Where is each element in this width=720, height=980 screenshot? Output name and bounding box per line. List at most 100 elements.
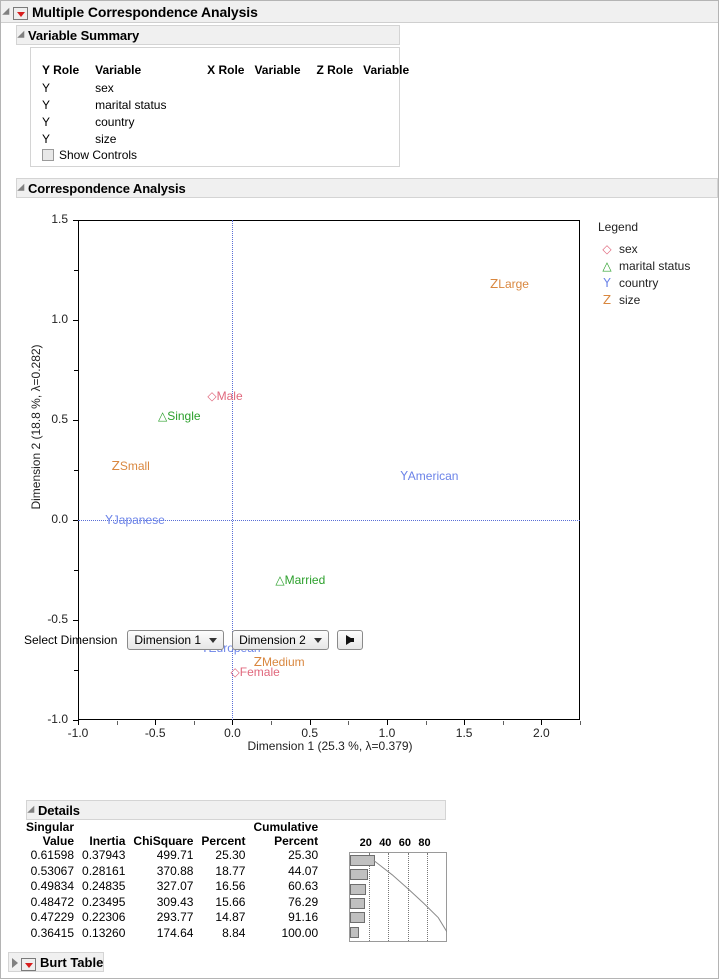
- panel-header-variable-summary[interactable]: Variable Summary: [16, 25, 400, 45]
- column-header-x-role: X Role: [207, 63, 245, 77]
- x-axis-tick: [309, 720, 311, 725]
- cell-chisquare: 174.64: [156, 925, 194, 940]
- scree-bar: [350, 855, 375, 866]
- plot-point-label[interactable]: ◇Female: [231, 666, 280, 678]
- disclosure-triangle-collapsed-icon[interactable]: [12, 958, 18, 968]
- cell-chisquare: 309.43: [156, 894, 194, 909]
- x-axis-minor-tick: [502, 721, 504, 725]
- panel-header-burt-table[interactable]: Burt Table: [8, 952, 105, 972]
- legend-item[interactable]: △ marital status: [598, 257, 718, 274]
- y-axis-minor-tick: [74, 270, 78, 271]
- legend-item-label: size: [619, 292, 641, 307]
- cell-singular-value: 0.61598: [30, 848, 75, 862]
- plot-point-label[interactable]: ◇Male: [207, 390, 242, 402]
- y-axis-tick: [73, 520, 78, 521]
- cell-y-role: Y: [42, 98, 51, 112]
- x-axis-tick: [232, 720, 234, 725]
- show-controls-row[interactable]: Show Controls: [42, 148, 137, 162]
- variable-summary-table: Y Role Variable X Role Variable Z Role V…: [42, 63, 419, 148]
- cell-y-role: Y: [42, 132, 51, 146]
- cell-cumulative-percent: 44.07: [288, 863, 319, 878]
- legend-item[interactable]: Ycountry: [598, 274, 718, 291]
- plot-point-text: Single: [167, 409, 201, 423]
- table-row: Y country: [42, 114, 419, 131]
- plot-point-marker-icon: Z: [111, 459, 120, 473]
- y-axis-minor-tick: [74, 570, 78, 571]
- scree-tick-label: 80: [418, 837, 431, 849]
- plot-point-text: Married: [284, 573, 326, 587]
- y-axis-minor-tick: [74, 470, 78, 471]
- red-triangle-menu-icon[interactable]: [13, 7, 28, 20]
- apply-dimension-button[interactable]: [336, 630, 363, 650]
- cell-z-role: [316, 80, 363, 97]
- x-axis-tick: [155, 720, 157, 725]
- y-axis-tick-label: -0.5: [47, 612, 68, 626]
- x-axis-tick-label: -1.0: [67, 726, 89, 740]
- legend-item[interactable]: Zsize: [598, 291, 718, 308]
- cell-x-variable: [254, 80, 316, 97]
- disclosure-triangle-icon[interactable]: [2, 7, 13, 18]
- plot-point-label[interactable]: YJapanese: [105, 514, 164, 526]
- x-axis-tick-label: 1.0: [378, 726, 396, 740]
- table-row: Y marital status: [42, 97, 419, 114]
- x-axis-tick: [541, 720, 543, 725]
- column-header-cumulative-percent: Percent: [274, 834, 319, 848]
- chevron-down-icon: [313, 637, 322, 643]
- red-triangle-menu-icon[interactable]: [21, 957, 36, 971]
- cell-x-role: [207, 80, 254, 97]
- legend-item-label: sex: [619, 241, 638, 256]
- disclosure-triangle-icon[interactable]: [17, 30, 28, 42]
- select-dimension-label: Select Dimension: [24, 633, 118, 647]
- cell-inertia: 0.28161: [82, 863, 126, 878]
- panel-header-details[interactable]: Details: [26, 800, 446, 820]
- dimension-x-select[interactable]: Dimension 1: [127, 630, 225, 650]
- x-axis-minor-tick: [348, 721, 350, 725]
- cell-x-role: [207, 114, 254, 131]
- panel-header-multiple-correspondence-analysis[interactable]: Multiple Correspondence Analysis: [1, 1, 718, 23]
- table-row: Y size: [42, 131, 419, 148]
- x-axis-tick: [464, 720, 466, 725]
- scree-bar: [350, 912, 365, 924]
- dimension-y-select[interactable]: Dimension 2: [232, 630, 329, 650]
- cell-x-role: [207, 131, 254, 148]
- show-controls-checkbox[interactable]: [42, 149, 54, 161]
- scree-tick-label: 20: [359, 837, 372, 849]
- cell-chisquare: 293.77: [156, 910, 194, 924]
- cell-chisquare: 327.07: [156, 879, 194, 893]
- cell-percent: 14.87: [215, 910, 246, 924]
- plot-point-label[interactable]: ZLarge: [490, 278, 529, 290]
- triangle-marker-icon: △: [602, 258, 612, 273]
- cell-cumulative-percent: 91.16: [288, 910, 319, 924]
- cell-y-variable: marital status: [95, 98, 167, 112]
- x-axis-minor-tick: [425, 721, 427, 725]
- cell-singular-value: 0.36415: [30, 925, 75, 940]
- plot-point-label[interactable]: ZSmall: [112, 460, 150, 472]
- page-title: Multiple Correspondence Analysis: [32, 3, 258, 20]
- cell-inertia: 0.22306: [82, 910, 126, 924]
- cell-inertia: 0.24835: [82, 879, 126, 893]
- cell-y-variable: size: [95, 132, 117, 146]
- disclosure-triangle-icon[interactable]: [17, 183, 28, 195]
- x-axis-minor-tick: [580, 721, 581, 725]
- panel-header-correspondence-analysis[interactable]: Correspondence Analysis: [16, 178, 718, 198]
- legend-item[interactable]: ◇ sex: [598, 240, 718, 257]
- scree-gridline: [407, 853, 409, 941]
- scree-bar: [350, 869, 369, 881]
- cell-singular-value: 0.48472: [30, 894, 75, 909]
- table-row: Y sex: [42, 80, 419, 97]
- cell-z-variable: [363, 114, 419, 131]
- plot-point-label[interactable]: YAmerican: [400, 470, 458, 482]
- cell-inertia: 0.37943: [82, 848, 126, 862]
- plot-point-label[interactable]: △Married: [275, 574, 325, 586]
- chart-legend: Legend ◇ sex △ marital status Ycountry Zsize: [598, 220, 718, 308]
- cell-inertia: 0.13260: [82, 925, 126, 940]
- x-axis-minor-tick: [271, 721, 273, 725]
- cell-y-role: Y: [42, 81, 51, 95]
- plot-point-label[interactable]: △Single: [158, 410, 201, 422]
- cell-chisquare: 499.71: [156, 848, 194, 862]
- y-axis-label: Dimension 2 (18.8 %, λ=0.282): [29, 344, 43, 510]
- x-axis-tick-label: 0.5: [301, 726, 319, 740]
- y-axis-tick: [73, 420, 78, 421]
- disclosure-triangle-icon[interactable]: [27, 805, 38, 817]
- details-title: Details: [38, 802, 80, 818]
